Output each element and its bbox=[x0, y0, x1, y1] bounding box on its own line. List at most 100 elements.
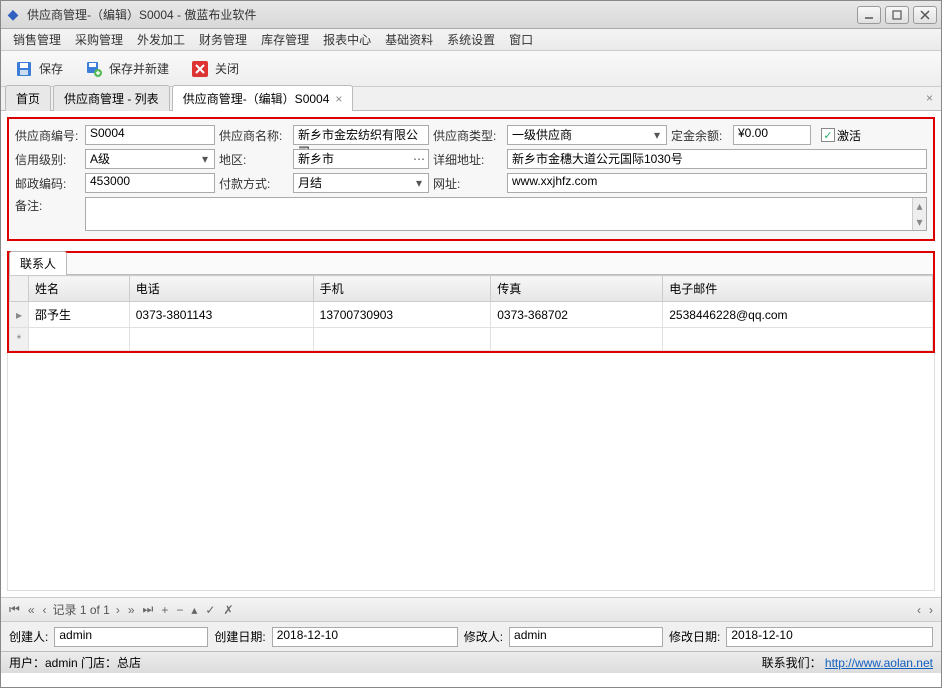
nav-next-icon[interactable]: › bbox=[114, 603, 122, 617]
row-indicator: ▸ bbox=[10, 302, 29, 328]
nav-record-text: 记录 1 of 1 bbox=[53, 601, 110, 618]
nav-cancel-icon[interactable]: ✗ bbox=[221, 603, 235, 617]
nav-next-page-icon[interactable]: » bbox=[126, 603, 137, 617]
label-region: 地区: bbox=[219, 151, 289, 168]
checkbox-active-wrap[interactable]: 激活 bbox=[821, 127, 861, 144]
ellipsis-icon[interactable]: ⋯ bbox=[412, 152, 426, 166]
menubar: 销售管理 采购管理 外发加工 财务管理 库存管理 报表中心 基础资料 系统设置 … bbox=[1, 29, 941, 51]
nav-scroll-left-icon[interactable]: ‹ bbox=[915, 603, 923, 617]
titlebar: ◆ 供应商管理-（编辑）S0004 - 傲蓝布业软件 bbox=[1, 1, 941, 29]
input-postal[interactable]: 453000 bbox=[85, 173, 215, 193]
menu-inventory[interactable]: 库存管理 bbox=[257, 29, 313, 50]
menu-finance[interactable]: 财务管理 bbox=[195, 29, 251, 50]
scroll-down-icon[interactable]: ▾ bbox=[912, 214, 926, 230]
contacts-grid: 姓名 电话 手机 传真 电子邮件 ▸ 邵予生 0373-3801143 1370… bbox=[9, 275, 933, 351]
cell-fax[interactable]: 0373-368702 bbox=[491, 302, 663, 328]
tab-contacts[interactable]: 联系人 bbox=[9, 251, 67, 275]
nav-prev-page-icon[interactable]: « bbox=[26, 603, 37, 617]
chevron-down-icon[interactable]: ▾ bbox=[412, 176, 426, 190]
save-label: 保存 bbox=[39, 60, 63, 77]
statusbar: 用户：admin 门店：总店 联系我们： http://www.aolan.ne… bbox=[1, 651, 941, 673]
menu-purchase[interactable]: 采购管理 bbox=[71, 29, 127, 50]
input-code[interactable]: S0004 bbox=[85, 125, 215, 145]
grid-corner bbox=[10, 276, 29, 302]
nav-last-icon[interactable]: ⏭ bbox=[141, 602, 156, 617]
supplier-form: 供应商编号: S0004 供应商名称: 新乡市金宏纺织有限公司 供应商类型: 一… bbox=[7, 117, 935, 241]
nav-commit-icon[interactable]: ✓ bbox=[203, 603, 217, 617]
scroll-up-icon[interactable]: ▴ bbox=[912, 198, 926, 214]
menu-basedata[interactable]: 基础资料 bbox=[381, 29, 437, 50]
label-credit: 信用级别: bbox=[15, 151, 81, 168]
tab-supplier-list[interactable]: 供应商管理 - 列表 bbox=[53, 85, 170, 111]
tab-supplier-edit[interactable]: 供应商管理-（编辑）S0004× bbox=[172, 85, 354, 111]
col-fax[interactable]: 传真 bbox=[491, 276, 663, 302]
cell-mobile[interactable]: 13700730903 bbox=[313, 302, 491, 328]
label-postal: 邮政编码: bbox=[15, 175, 81, 192]
cell-tel[interactable]: 0373-3801143 bbox=[129, 302, 313, 328]
input-modifier: admin bbox=[509, 627, 663, 647]
table-row[interactable]: ▸ 邵予生 0373-3801143 13700730903 0373-3687… bbox=[10, 302, 933, 328]
nav-first-icon[interactable]: ⏮ bbox=[7, 602, 22, 617]
tab-close-icon[interactable]: × bbox=[335, 92, 342, 106]
status-link[interactable]: http://www.aolan.net bbox=[825, 656, 933, 670]
label-modifier: 修改人: bbox=[464, 628, 503, 645]
cell-name[interactable]: 邵予生 bbox=[29, 302, 130, 328]
new-row-marker: * bbox=[10, 328, 29, 351]
status-contact-label: 联系我们： bbox=[762, 656, 822, 670]
input-deposit[interactable]: ¥0.00 bbox=[733, 125, 811, 145]
nav-scroll-right-icon[interactable]: › bbox=[927, 603, 935, 617]
select-region[interactable]: 新乡市⋯ bbox=[293, 149, 429, 169]
table-new-row[interactable]: * bbox=[10, 328, 933, 351]
col-name[interactable]: 姓名 bbox=[29, 276, 130, 302]
menu-reports[interactable]: 报表中心 bbox=[319, 29, 375, 50]
nav-prev-icon[interactable]: ‹ bbox=[41, 603, 49, 617]
menu-window[interactable]: 窗口 bbox=[505, 29, 537, 50]
checkbox-active[interactable] bbox=[821, 128, 835, 142]
label-type: 供应商类型: bbox=[433, 127, 503, 144]
document-tabs: 首页 供应商管理 - 列表 供应商管理-（编辑）S0004× × bbox=[1, 87, 941, 111]
close-window-button[interactable] bbox=[913, 6, 937, 24]
select-type[interactable]: 一级供应商▾ bbox=[507, 125, 667, 145]
nav-edit-icon[interactable]: ▴ bbox=[189, 603, 199, 617]
menu-outsource[interactable]: 外发加工 bbox=[133, 29, 189, 50]
tab-home[interactable]: 首页 bbox=[5, 85, 51, 111]
save-new-button[interactable]: 保存并新建 bbox=[81, 56, 173, 82]
tabs-close-all-icon[interactable]: × bbox=[926, 91, 933, 105]
chevron-down-icon[interactable]: ▾ bbox=[650, 128, 664, 142]
menu-settings[interactable]: 系统设置 bbox=[443, 29, 499, 50]
chevron-down-icon[interactable]: ▾ bbox=[198, 152, 212, 166]
nav-remove-icon[interactable]: − bbox=[174, 603, 185, 617]
col-mobile[interactable]: 手机 bbox=[313, 276, 491, 302]
col-email[interactable]: 电子邮件 bbox=[663, 276, 933, 302]
input-name[interactable]: 新乡市金宏纺织有限公司 bbox=[293, 125, 429, 145]
input-create-date: 2018-12-10 bbox=[272, 627, 458, 647]
label-remark: 备注: bbox=[15, 197, 81, 214]
menu-sales[interactable]: 销售管理 bbox=[9, 29, 65, 50]
label-payment: 付款方式: bbox=[219, 175, 289, 192]
input-address[interactable]: 新乡市金穗大道公元国际1030号 bbox=[507, 149, 927, 169]
nav-add-icon[interactable]: + bbox=[159, 603, 170, 617]
save-button[interactable]: 保存 bbox=[11, 56, 67, 82]
label-code: 供应商编号: bbox=[15, 127, 81, 144]
maximize-button[interactable] bbox=[885, 6, 909, 24]
input-modify-date: 2018-12-10 bbox=[726, 627, 933, 647]
cell-email[interactable]: 2538446228@qq.com bbox=[663, 302, 933, 328]
close-label: 关闭 bbox=[215, 60, 239, 77]
save-new-label: 保存并新建 bbox=[109, 60, 169, 77]
label-deposit: 定金余额: bbox=[671, 127, 729, 144]
col-tel[interactable]: 电话 bbox=[129, 276, 313, 302]
label-address: 详细地址: bbox=[433, 151, 503, 168]
select-credit[interactable]: A级▾ bbox=[85, 149, 215, 169]
close-button[interactable]: 关闭 bbox=[187, 56, 243, 82]
status-left: 用户：admin 门店：总店 bbox=[9, 654, 141, 671]
audit-footer: 创建人: admin 创建日期: 2018-12-10 修改人: admin 修… bbox=[1, 621, 941, 651]
input-website[interactable]: www.xxjhfz.com bbox=[507, 173, 927, 193]
label-name: 供应商名称: bbox=[219, 127, 289, 144]
select-payment[interactable]: 月结▾ bbox=[293, 173, 429, 193]
contacts-tabbar: 联系人 bbox=[9, 253, 933, 275]
app-icon: ◆ bbox=[5, 7, 21, 23]
minimize-button[interactable] bbox=[857, 6, 881, 24]
textarea-remark[interactable]: ▴ ▾ bbox=[85, 197, 927, 231]
label-create-date: 创建日期: bbox=[214, 628, 265, 645]
label-modify-date: 修改日期: bbox=[669, 628, 720, 645]
